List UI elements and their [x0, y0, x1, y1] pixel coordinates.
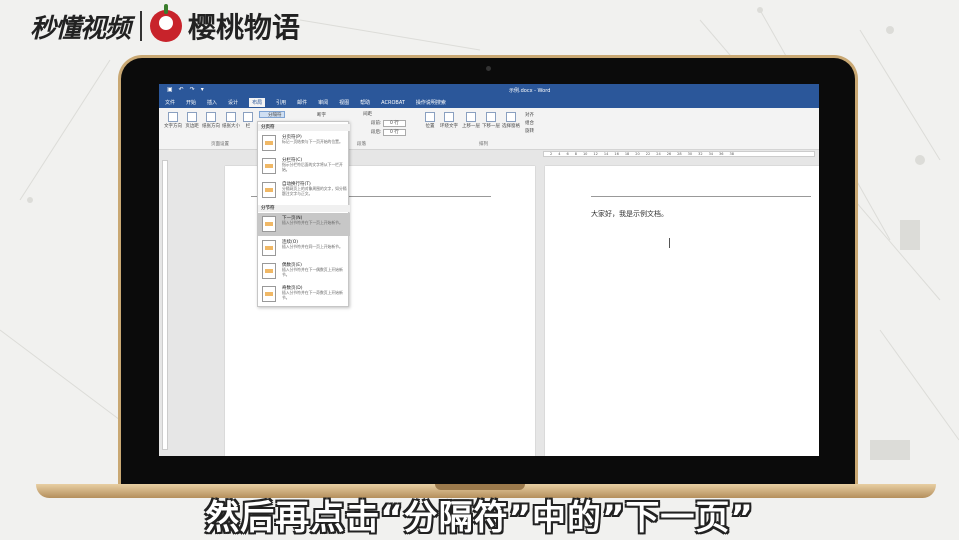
webcam-icon [486, 66, 491, 71]
menu-acrobat[interactable]: ACROBAT [381, 100, 405, 106]
margins-icon [187, 112, 197, 122]
menu-bar: 文件 开始 插入 设计 布局 引用 邮件 审阅 视图 帮助 ACROBAT 操作… [159, 97, 819, 108]
wrap-text-icon [444, 112, 454, 122]
align-button[interactable]: 对齐 [525, 112, 534, 120]
cherry-logo-icon [150, 4, 183, 42]
even-page-break-icon [262, 263, 276, 279]
customize-icon[interactable]: ▾ [201, 86, 204, 93]
window-title: 示例.docx - Word [509, 88, 551, 94]
menu-view[interactable]: 视图 [339, 99, 349, 106]
bring-forward-button[interactable]: 上移一层 [461, 112, 481, 129]
menu-file[interactable]: 文件 [165, 99, 175, 106]
title-bar: ▣ ↶ ↷ ▾ 示例.docx - Word [159, 84, 819, 97]
spacing-after-field[interactable]: 段后: 0 行 [371, 129, 406, 136]
spacing-before-field[interactable]: 段前: 0 行 [371, 120, 406, 127]
save-icon[interactable]: ▣ [167, 86, 173, 93]
columns-button[interactable]: 栏 [243, 112, 253, 129]
menu-mailings[interactable]: 邮件 [297, 99, 307, 106]
wrap-text-button[interactable]: 环绕文字 [439, 112, 459, 129]
page-break-icon [262, 135, 276, 151]
horizontal-ruler[interactable]: 2 4 6 8 10 12 14 16 18 20 22 24 26 28 30 32 34 36 38 [543, 151, 815, 157]
menu-layout[interactable]: 布局 [249, 98, 266, 107]
size-button[interactable]: 纸张大小 [221, 112, 241, 129]
break-option-continuous[interactable]: 连续(O) 插入分节符并在同一页上开始新节。 [258, 237, 350, 260]
continuous-break-icon [262, 240, 276, 256]
columns-icon [243, 112, 253, 122]
header-line [591, 196, 811, 197]
breaks-dropdown-menu: 分页符 分页符(P) 标记一页结束与下一页开始的位置。 分栏符(C) 指示分栏符… [257, 121, 350, 307]
dropdown-section-page-breaks: 分页符 [258, 124, 350, 131]
watermark-left-text: 秒懂视频 [30, 13, 131, 44]
menu-design[interactable]: 设计 [228, 99, 238, 106]
next-page-break-icon [262, 216, 276, 232]
orientation-button[interactable]: 纸张方向 [201, 112, 221, 129]
menu-review[interactable]: 审阅 [318, 99, 328, 106]
selection-pane-icon [506, 112, 516, 122]
break-option-column[interactable]: 分栏符(C) 指示分栏符后面的文字将从下一栏开始。 [258, 155, 350, 178]
spacing-label: 间距 [363, 112, 372, 117]
watermark-logo: 秒懂视频 樱桃物语 [30, 4, 301, 46]
break-option-page[interactable]: 分页符(P) 标记一页结束与下一页开始的位置。 [258, 132, 350, 155]
margins-button[interactable]: 页边距 [183, 112, 201, 129]
bring-forward-icon [466, 112, 476, 122]
position-button[interactable]: 位置 [423, 112, 437, 129]
break-option-even-page[interactable]: 偶数页(E) 插入分节符并在下一偶数页上开始新节。 [258, 260, 350, 283]
menu-home[interactable]: 开始 [186, 99, 196, 106]
dropdown-section-section-breaks: 分节符 [258, 205, 350, 212]
text-wrapping-break-icon [262, 182, 276, 198]
break-option-odd-page[interactable]: 奇数页(D) 插入分节符并在下一奇数页上开始新节。 [258, 283, 350, 306]
arrange-small-buttons: 对齐 组合 旋转 [525, 112, 534, 136]
group-label-arrange: 排列 [479, 142, 488, 147]
undo-icon[interactable]: ↶ [179, 86, 184, 93]
video-subtitle: 然后再点击“分隔符”中的”下一页” [205, 498, 754, 538]
orientation-icon [206, 112, 216, 122]
group-label-page-setup: 页面设置 [211, 142, 229, 147]
text-cursor [669, 238, 670, 248]
send-backward-button[interactable]: 下移一层 [481, 112, 501, 129]
break-option-next-page[interactable]: 下一页(N) 插入分节符并在下一页上开始新节。 [258, 213, 350, 236]
text-direction-button[interactable]: 文字方向 [163, 112, 183, 129]
redo-icon[interactable]: ↷ [190, 86, 195, 93]
size-icon [226, 112, 236, 122]
menu-references[interactable]: 引用 [276, 99, 286, 106]
position-icon [425, 112, 435, 122]
rotate-button[interactable]: 旋转 [525, 128, 534, 136]
document-body-text[interactable]: 大家好，我是示例文档。 [591, 209, 668, 219]
send-backward-icon [486, 112, 496, 122]
selection-pane-button[interactable]: 选择窗格 [501, 112, 521, 129]
text-direction-icon [168, 112, 178, 122]
group-button[interactable]: 组合 [525, 120, 534, 128]
break-option-text-wrapping[interactable]: 自动换行符(T) 分隔网页上的对象周围的文字，如分隔题注文字与正文。 [258, 179, 350, 202]
watermark-right-text: 樱桃物语 [188, 11, 301, 44]
vertical-ruler[interactable] [162, 160, 168, 450]
watermark-divider [140, 11, 143, 41]
menu-insert[interactable]: 插入 [207, 99, 217, 106]
odd-page-break-icon [262, 286, 276, 302]
group-label-paragraph: 段落 [357, 142, 366, 147]
document-page-2[interactable]: 大家好，我是示例文档。 [545, 166, 819, 456]
column-break-icon [262, 158, 276, 174]
menu-help[interactable]: 帮助 [360, 99, 370, 106]
tell-me-search[interactable]: 操作说明搜索 [416, 99, 446, 106]
quick-access-toolbar: ▣ ↶ ↷ ▾ [167, 86, 204, 93]
hyphenation-button[interactable]: 断字 [317, 112, 326, 118]
breaks-button[interactable]: 分隔符 [259, 111, 285, 118]
word-window: ▣ ↶ ↷ ▾ 示例.docx - Word 文件 开始 插入 设计 布局 引用… [159, 84, 819, 456]
